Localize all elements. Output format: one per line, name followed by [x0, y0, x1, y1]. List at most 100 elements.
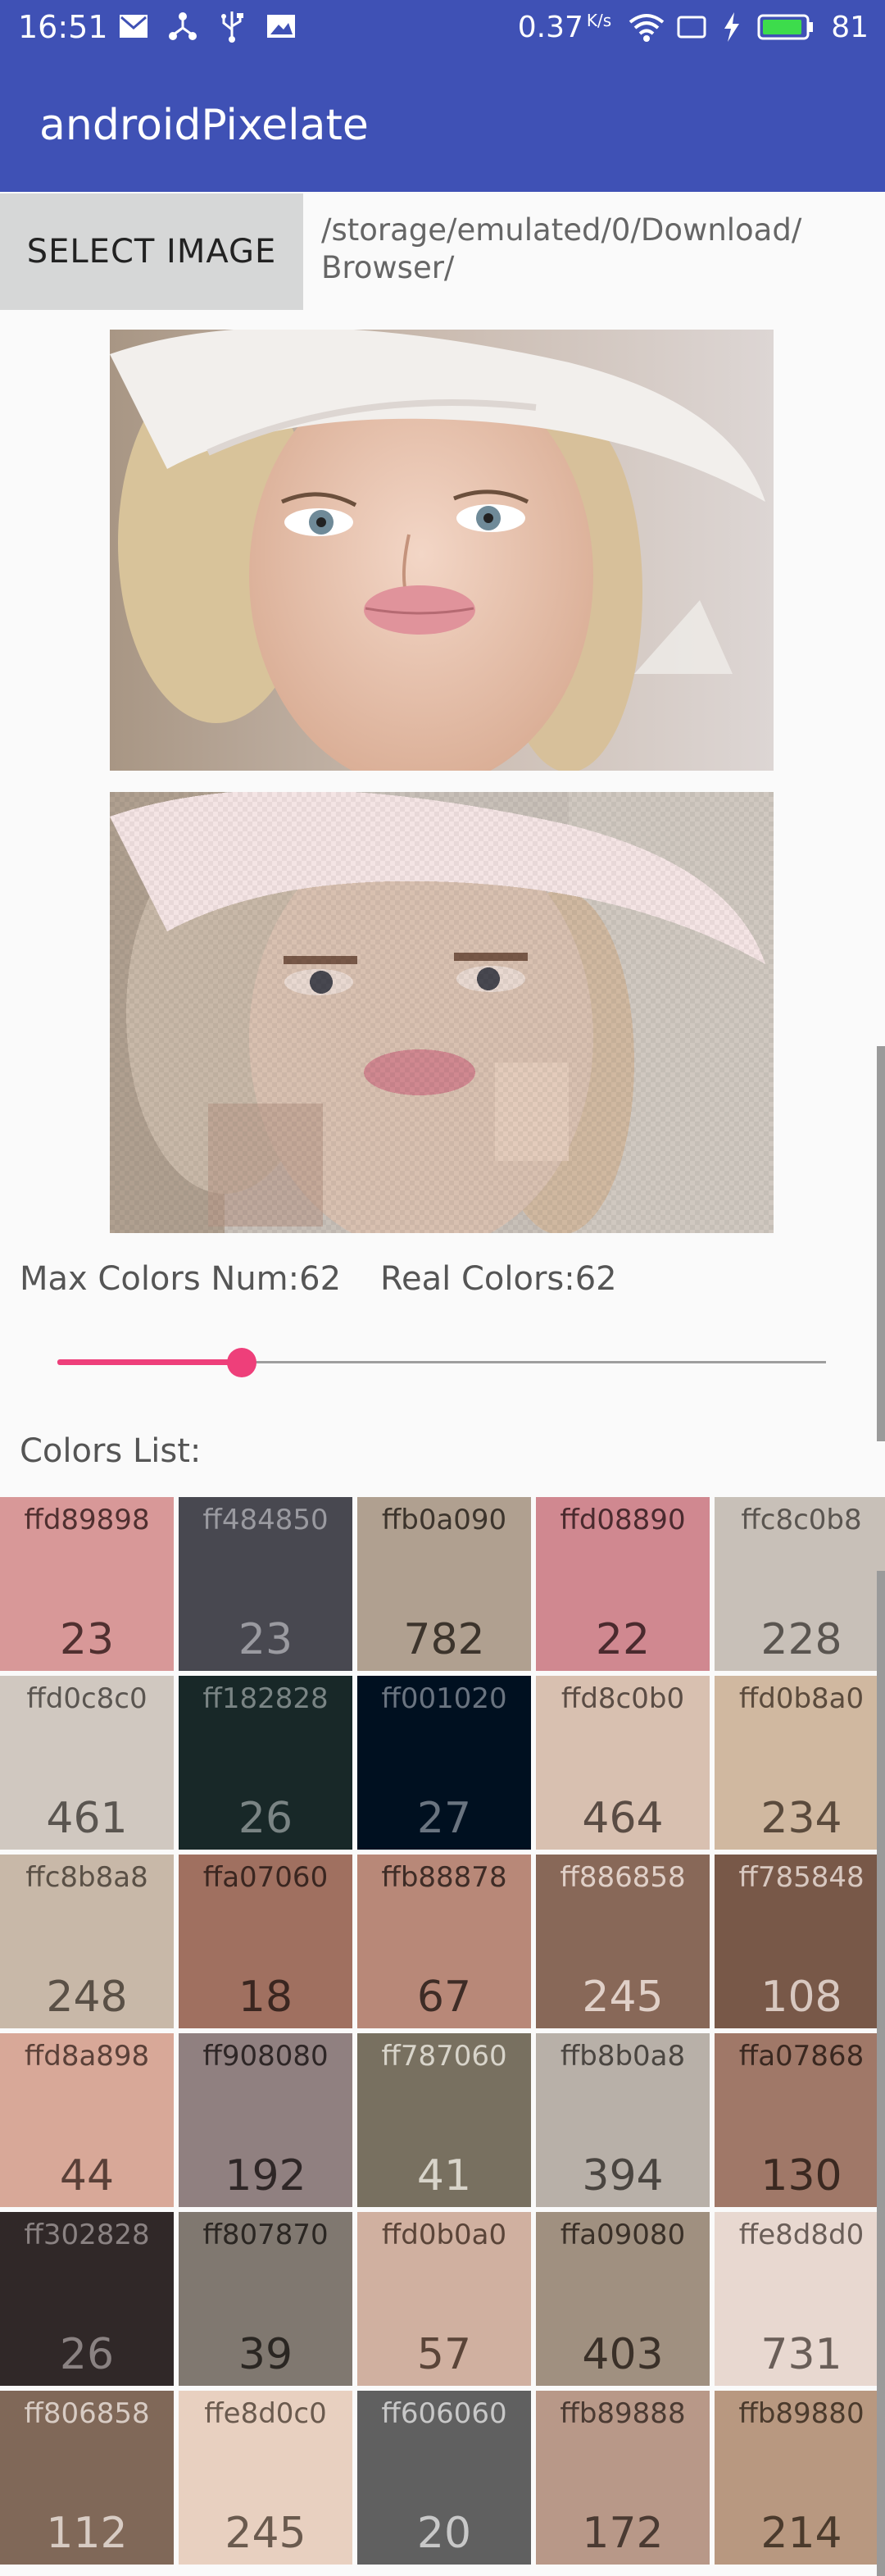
- color-cell[interactable]: ff908080 192: [179, 2033, 352, 2207]
- color-count: 108: [760, 1973, 842, 2022]
- status-time: 16:51: [18, 9, 108, 45]
- page-scrollbar[interactable]: [877, 1046, 885, 1441]
- color-cell[interactable]: ffd08890 22: [536, 1497, 710, 1671]
- color-cell[interactable]: ff785848 108: [715, 1855, 885, 2028]
- color-cell[interactable]: ffe8d8d0 731: [715, 2212, 885, 2386]
- color-hex: ffa07060: [202, 1861, 329, 1894]
- slider-thumb[interactable]: [227, 1348, 257, 1377]
- color-hex: ffc8c0b8: [741, 1504, 862, 1536]
- color-count: 26: [238, 1794, 293, 1843]
- color-count: 228: [760, 1615, 842, 1664]
- color-count: 245: [225, 2509, 306, 2558]
- color-cell[interactable]: ffd89898 23: [0, 1497, 174, 1671]
- color-count: 39: [238, 2330, 293, 2379]
- color-count: 23: [59, 1615, 115, 1664]
- app-title: androidPixelate: [39, 101, 369, 150]
- slider-fill: [57, 1359, 243, 1365]
- color-hex: ffa09080: [560, 2219, 686, 2251]
- color-hex: ff886858: [560, 1861, 686, 1894]
- color-hex: ff001020: [381, 1682, 507, 1715]
- color-cell[interactable]: ffd8c0b0 464: [536, 1676, 710, 1850]
- battery-level: 81: [831, 10, 869, 44]
- color-cell[interactable]: ffb89880 214: [715, 2391, 885, 2565]
- color-hex: ffd0c8c0: [26, 1682, 148, 1715]
- color-cell[interactable]: ff302828 26: [0, 2212, 174, 2386]
- color-cell[interactable]: ffb0a090 782: [357, 1497, 531, 1671]
- color-cell[interactable]: ff484850 23: [179, 1497, 352, 1671]
- status-bar: 16:51 0.37 K/s 81: [0, 0, 885, 54]
- color-cell[interactable]: ffd0b0a0 57: [357, 2212, 531, 2386]
- color-cell[interactable]: ffc8c0b8 228: [715, 1497, 885, 1671]
- color-cell[interactable]: ffa07060 18: [179, 1855, 352, 2028]
- color-count: 41: [416, 2151, 472, 2201]
- color-hex: ff806858: [24, 2397, 150, 2430]
- color-count: 172: [582, 2509, 664, 2558]
- color-hex: ffe8d8d0: [738, 2219, 865, 2251]
- color-count: 192: [225, 2151, 306, 2201]
- color-count: 112: [46, 2509, 128, 2558]
- color-count: 26: [59, 2330, 115, 2379]
- color-cell[interactable]: ff182828 26: [179, 1676, 352, 1850]
- screen-icon: [675, 11, 706, 43]
- color-hex: ffb89888: [560, 2397, 686, 2430]
- color-hex: ffd0b8a0: [738, 1682, 865, 1715]
- color-count: 464: [582, 1794, 664, 1843]
- wifi-icon: [628, 11, 665, 43]
- color-hex: ffd0b0a0: [381, 2219, 507, 2251]
- color-count: 245: [582, 1973, 664, 2022]
- image-path: /storage/emulated/0/Download/ Browser/: [321, 212, 802, 285]
- color-cell[interactable]: ffc8b8a8 248: [0, 1855, 174, 2028]
- color-cell[interactable]: ff001020 27: [357, 1676, 531, 1850]
- original-image: [110, 330, 774, 771]
- select-image-button[interactable]: SELECT IMAGE: [0, 193, 303, 310]
- color-count: 130: [760, 2151, 842, 2201]
- gallery-icon: [266, 10, 297, 43]
- color-cell[interactable]: ffb89888 172: [536, 2391, 710, 2565]
- color-count: 23: [238, 1615, 293, 1664]
- color-hex: ff807870: [202, 2219, 329, 2251]
- color-hex: ff182828: [202, 1682, 329, 1715]
- color-cell[interactable]: ffd8a898 44: [0, 2033, 174, 2207]
- color-cell[interactable]: ff806858 112: [0, 2391, 174, 2565]
- color-cell[interactable]: ffd0b8a0 234: [715, 1676, 885, 1850]
- color-hex: ff302828: [24, 2219, 150, 2251]
- color-cell[interactable]: ffb8b0a8 394: [536, 2033, 710, 2207]
- color-cell[interactable]: ff886858 245: [536, 1855, 710, 2028]
- color-count: 44: [59, 2151, 115, 2201]
- color-count: 22: [595, 1615, 651, 1664]
- color-stats: Max Colors Num:62 Real Colors:62: [20, 1256, 656, 1302]
- share-icon: [167, 10, 198, 43]
- color-cell[interactable]: ffb88878 67: [357, 1855, 531, 2028]
- color-cell[interactable]: ffa07868 130: [715, 2033, 885, 2207]
- color-cell[interactable]: ff807870 39: [179, 2212, 352, 2386]
- max-colors-label: Max Colors Num:62: [20, 1260, 342, 1298]
- max-colors-slider[interactable]: [57, 1345, 826, 1379]
- color-hex: ffd08890: [560, 1504, 686, 1536]
- color-count: 234: [760, 1794, 842, 1843]
- color-hex: ffd8a898: [24, 2040, 150, 2073]
- color-count: 214: [760, 2509, 842, 2558]
- color-cell[interactable]: ffa09080 403: [536, 2212, 710, 2386]
- color-count: 18: [238, 1973, 293, 2022]
- status-icons-left: [118, 10, 297, 43]
- real-colors-label: Real Colors:62: [380, 1260, 617, 1298]
- color-hex: ff484850: [202, 1504, 329, 1536]
- color-cell[interactable]: ffe8d0c0 245: [179, 2391, 352, 2565]
- app-header: 16:51 0.37 K/s 81 androidPixelate: [0, 0, 885, 192]
- color-count: 27: [416, 1794, 472, 1843]
- pixelated-image: [110, 792, 774, 1233]
- color-hex: ff606060: [381, 2397, 507, 2430]
- battery-icon: [757, 11, 815, 43]
- color-hex: ffe8d0c0: [204, 2397, 327, 2430]
- color-cell[interactable]: ffd0c8c0 461: [0, 1676, 174, 1850]
- color-count: 248: [46, 1973, 128, 2022]
- color-count: 67: [416, 1973, 472, 2022]
- colors-list-label: Colors List:: [20, 1432, 202, 1470]
- color-cell[interactable]: ff606060 20: [357, 2391, 531, 2565]
- network-speed: 0.37 K/s: [517, 10, 612, 44]
- color-count: 782: [403, 1615, 485, 1664]
- color-hex: ffa07868: [738, 2040, 865, 2073]
- grid-scrollbar[interactable]: [877, 1571, 885, 2576]
- color-hex: ffb89880: [738, 2397, 865, 2430]
- color-cell[interactable]: ff787060 41: [357, 2033, 531, 2207]
